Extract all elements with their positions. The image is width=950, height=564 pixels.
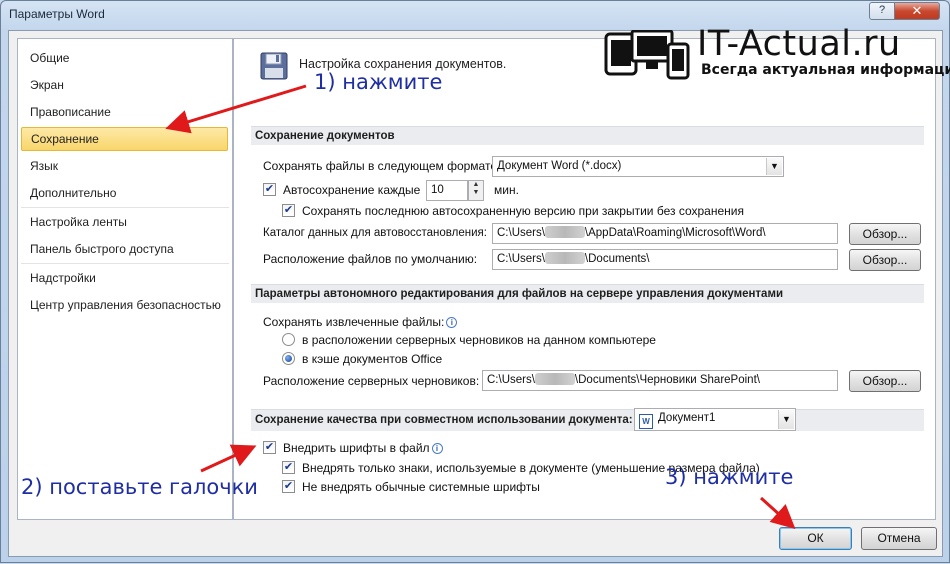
autorecover-label: Каталог данных для автовосстановления:: [263, 227, 487, 239]
browse-autorecover-button[interactable]: Обзор...: [849, 223, 921, 245]
server-drafts-label: Расположение серверных черновиков:: [263, 374, 480, 388]
server-drafts-input[interactable]: C:\Users\ \Documents\Черновики SharePoint…: [482, 370, 838, 391]
embed-fonts-checkbox[interactable]: ✔: [263, 441, 276, 454]
info-icon: i: [431, 443, 443, 454]
info-icon: i: [446, 317, 458, 328]
redacted-username: [544, 252, 585, 264]
close-button[interactable]: ✕: [894, 2, 940, 20]
path-prefix: C:\Users\: [497, 227, 545, 239]
section-offline-editing: Параметры автономного редактирования для…: [251, 284, 924, 303]
checked-out-text: Сохранять извлеченные файлы:: [263, 315, 445, 329]
browse-server-drafts-button[interactable]: Обзор...: [849, 370, 921, 392]
radio-server-drafts[interactable]: [282, 333, 295, 346]
window-title: Параметры Word: [9, 7, 105, 21]
embed-used-chars-checkbox[interactable]: ✔: [282, 461, 295, 474]
sidebar-item-proofing[interactable]: Правописание: [21, 101, 228, 125]
sidebar-item-language[interactable]: Язык: [21, 155, 228, 179]
sidebar-item-addins[interactable]: Надстройки: [21, 267, 228, 291]
path-prefix: C:\Users\: [497, 253, 545, 265]
annotation-step-2: 2) поставьте галочки: [21, 475, 258, 499]
save-format-select[interactable]: Документ Word (*.docx) ▼: [492, 156, 784, 177]
annotation-step-3: 3) нажмите: [665, 465, 794, 489]
it-actual-logo: IT-Actual.ru Всегда актуальная информаци…: [604, 24, 950, 87]
no-common-fonts-checkbox[interactable]: ✔: [282, 480, 295, 493]
radio-office-cache[interactable]: [282, 352, 295, 365]
autosave-checkbox[interactable]: ✔: [263, 183, 276, 196]
checked-out-label: Сохранять извлеченные файлы: i: [263, 315, 458, 329]
keep-last-version-checkbox[interactable]: ✔: [282, 204, 295, 217]
annotation-step-1: 1) нажмите: [314, 70, 443, 94]
default-location-input[interactable]: C:\Users\ \Documents\: [492, 249, 838, 270]
main-panel: Настройка сохранения документов. Сохране…: [233, 38, 936, 520]
autosave-unit: мин.: [494, 183, 519, 197]
sidebar-divider: [21, 263, 229, 264]
autosave-minutes-input[interactable]: 10: [426, 180, 468, 201]
default-location-label: Расположение файлов по умолчанию:: [263, 252, 478, 266]
section-save-documents: Сохранение документов: [251, 126, 924, 145]
redacted-username: [544, 226, 585, 238]
path-suffix: \Documents\Черновики SharePoint\: [574, 374, 760, 386]
fidelity-label: Сохранение качества при совместном испол…: [255, 414, 633, 426]
chevron-down-icon[interactable]: ▼: [766, 158, 782, 175]
logo-title: IT-Actual.ru: [697, 24, 901, 64]
cancel-button[interactable]: Отмена: [861, 527, 937, 550]
word-document-icon: W: [639, 414, 653, 429]
help-button[interactable]: ?: [869, 2, 895, 20]
sidebar: Общие Экран Правописание Сохранение Язык…: [17, 38, 233, 520]
sidebar-item-trust-center[interactable]: Центр управления безопасностью: [21, 294, 228, 318]
autorecover-path-input[interactable]: C:\Users\ \AppData\Roaming\Microsoft\Word…: [492, 223, 838, 244]
autosave-spinner[interactable]: ▲ ▼: [468, 180, 484, 201]
save-format-label: Сохранять файлы в следующем формате:: [263, 159, 501, 173]
sidebar-divider: [21, 207, 229, 208]
sidebar-item-customize-ribbon[interactable]: Настройка ленты: [21, 211, 228, 235]
sidebar-item-advanced[interactable]: Дополнительно: [21, 182, 228, 206]
floppy-disk-icon: [260, 52, 288, 80]
fidelity-document-select[interactable]: W Документ1 ▼: [634, 408, 796, 431]
fidelity-document-value: Документ1: [658, 412, 716, 424]
page-title: Настройка сохранения документов.: [299, 57, 507, 71]
sidebar-item-general[interactable]: Общие: [21, 47, 228, 71]
ok-button[interactable]: ОК: [779, 527, 852, 550]
section-fidelity: Сохранение качества при совместном испол…: [251, 409, 924, 431]
browse-default-location-button[interactable]: Обзор...: [849, 249, 921, 271]
redacted-username: [534, 373, 575, 385]
path-suffix: \AppData\Roaming\Microsoft\Word\: [584, 227, 766, 239]
no-common-fonts-label: Не внедрять обычные системные шрифты: [302, 480, 540, 494]
keep-last-version-label: Сохранять последнюю автосохраненную верс…: [302, 204, 744, 218]
path-suffix: \Documents\: [584, 253, 650, 265]
embed-fonts-label: Внедрить шрифты в файл i: [283, 441, 443, 455]
logo-subtitle: Всегда актуальная информация: [701, 62, 950, 78]
sidebar-item-save[interactable]: Сохранение: [21, 127, 228, 151]
autosave-label: Автосохранение каждые: [283, 183, 421, 197]
radio-server-drafts-label: в расположении серверных черновиков на д…: [302, 333, 656, 347]
embed-fonts-text: Внедрить шрифты в файл: [283, 441, 430, 455]
path-prefix: C:\Users\: [487, 374, 535, 386]
sidebar-item-quick-access[interactable]: Панель быстрого доступа: [21, 238, 228, 262]
devices-icon: [604, 30, 690, 80]
save-format-value: Документ Word (*.docx): [497, 160, 622, 172]
radio-office-cache-label: в кэше документов Office: [302, 352, 443, 366]
word-options-window: Параметры Word ? ✕ Общие Экран Правописа…: [0, 0, 950, 563]
sidebar-item-display[interactable]: Экран: [21, 74, 228, 98]
chevron-down-icon[interactable]: ▼: [778, 410, 794, 429]
